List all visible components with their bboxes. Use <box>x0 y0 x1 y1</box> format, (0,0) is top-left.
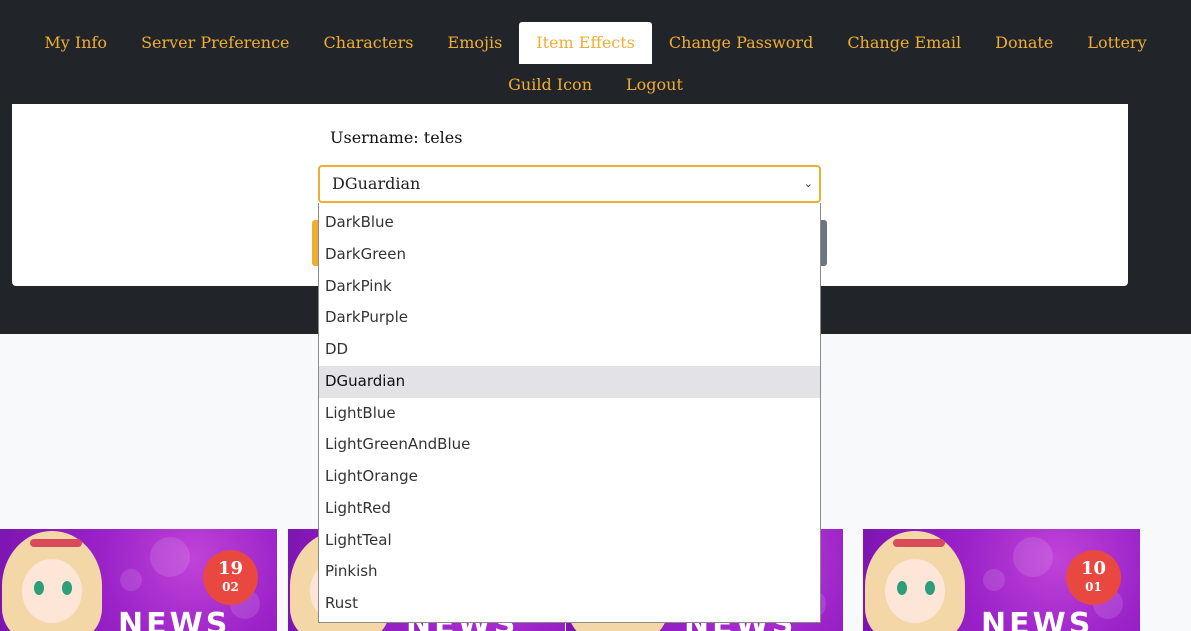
username-label: Username: teles <box>330 128 463 147</box>
nav-server-preference[interactable]: Server Preference <box>124 22 306 64</box>
dropdown-option[interactable]: DGuardian <box>319 365 820 398</box>
news-card[interactable]: NEWS 19 02 <box>0 529 277 631</box>
nav-donate[interactable]: Donate <box>978 22 1070 64</box>
mascot-ribbon <box>893 539 945 547</box>
news-date-day: 10 <box>1080 558 1107 579</box>
news-card[interactable]: NEWS 10 01 <box>863 529 1140 631</box>
item-effect-select[interactable]: DGuardian ⌄ <box>318 165 821 203</box>
main-nav-row-2: Guild Icon Logout <box>0 64 1191 106</box>
mascot-eye <box>34 581 44 595</box>
dropdown-option[interactable]: LightTeal <box>319 525 820 557</box>
nav-lottery[interactable]: Lottery <box>1070 22 1163 64</box>
nav-item-effects[interactable]: Item Effects <box>519 22 652 64</box>
dropdown-option[interactable]: LightGreenAndBlue <box>319 429 820 461</box>
mascot-ribbon <box>30 539 82 547</box>
dropdown-option[interactable]: LightRed <box>319 493 820 525</box>
mascot-eye <box>62 581 72 595</box>
dropdown-option[interactable]: DarkPink <box>319 271 820 303</box>
dropdown-option[interactable]: DarkPurple <box>319 302 820 334</box>
select-value: DGuardian <box>332 174 421 193</box>
dropdown-option[interactable]: DarkBlue <box>319 207 820 239</box>
item-effect-dropdown-list: DarkBlue DarkGreen DarkPink DarkPurple DD DGu… <box>318 203 821 623</box>
dropdown-option[interactable]: DD <box>319 334 820 366</box>
nav-my-info[interactable]: My Info <box>27 22 124 64</box>
dropdown-option[interactable]: Pinkish <box>319 556 820 588</box>
news-date-badge: 10 01 <box>1066 550 1121 605</box>
nav-emojis[interactable]: Emojis <box>431 22 520 64</box>
nav-guild-icon[interactable]: Guild Icon <box>491 64 609 106</box>
mascot-face <box>885 559 945 623</box>
main-nav-row-1: My Info Server Preference Characters Emojis… <box>0 22 1191 64</box>
news-date-day: 19 <box>217 558 244 579</box>
mascot-eye <box>897 581 907 595</box>
nav-logout[interactable]: Logout <box>609 64 700 106</box>
news-date-month: 01 <box>1085 580 1102 594</box>
chevron-down-icon: ⌄ <box>803 177 813 190</box>
mascot-face <box>22 559 82 623</box>
dropdown-option[interactable]: DarkGreen <box>319 239 820 271</box>
dropdown-option[interactable]: Rust <box>319 588 820 620</box>
news-date-month: 02 <box>222 580 239 594</box>
news-date-badge: 19 02 <box>203 550 258 605</box>
news-banner-text: NEWS <box>118 607 231 631</box>
nav-change-password[interactable]: Change Password <box>652 22 830 64</box>
news-banner-text: NEWS <box>981 607 1094 631</box>
nav-change-email[interactable]: Change Email <box>830 22 978 64</box>
dropdown-option[interactable]: LightOrange <box>319 461 820 493</box>
dropdown-option[interactable]: LightBlue <box>319 398 820 430</box>
mascot-eye <box>925 581 935 595</box>
nav-characters[interactable]: Characters <box>307 22 431 64</box>
